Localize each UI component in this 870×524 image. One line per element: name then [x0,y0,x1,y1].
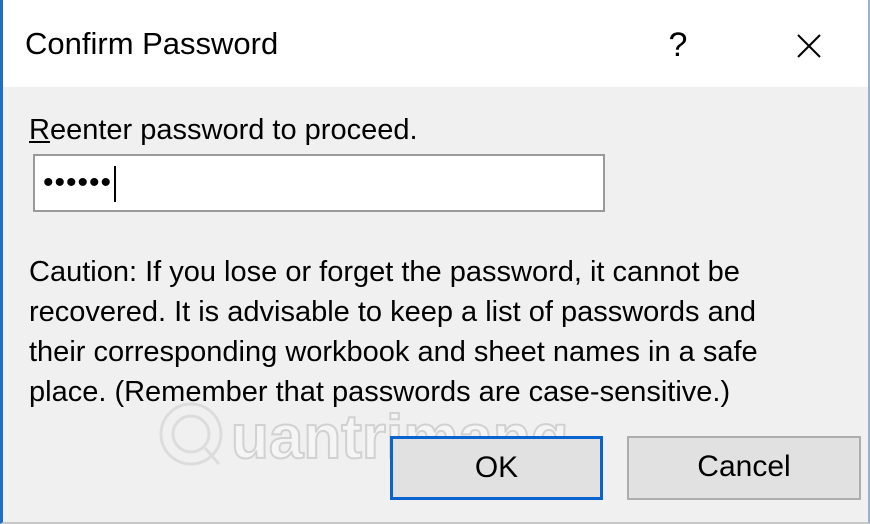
access-key-letter: R [29,114,50,146]
confirm-password-dialog: Confirm Password ? Reenter password to p… [0,0,870,524]
password-masked-value: •••••• [43,166,113,199]
caution-text: Caution: If you lose or forget the passw… [29,252,859,412]
caution-line: their corresponding workbook and sheet n… [29,336,758,368]
reenter-password-label: Reenter password to proceed. [29,112,418,148]
prompt-text: eenter password to proceed. [49,114,418,146]
cancel-button[interactable]: Cancel [627,436,861,500]
caution-line: recovered. It is advisable to keep a lis… [29,296,756,328]
caution-line: place. (Remember that passwords are case… [29,376,731,408]
close-icon [797,34,821,58]
help-button[interactable]: ? [653,20,703,70]
close-button[interactable] [779,18,839,74]
ok-button[interactable]: OK [390,436,603,500]
caution-line: Caution: If you lose or forget the passw… [29,256,740,288]
text-caret [114,166,117,203]
password-input[interactable]: •••••• [33,154,605,212]
dialog-title: Confirm Password [25,26,279,61]
title-bar: Confirm Password ? [3,0,868,87]
